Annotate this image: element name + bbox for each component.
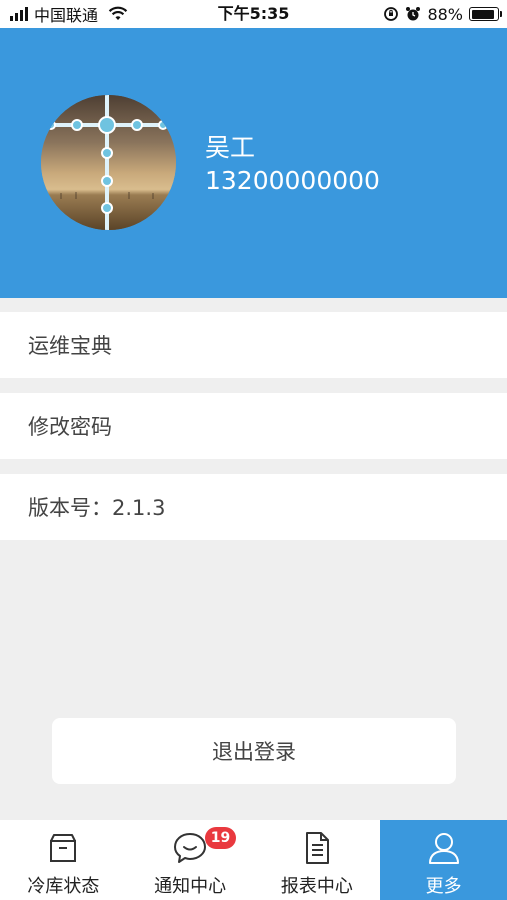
logout-button[interactable]: 退出登录 (52, 718, 456, 784)
tab-label: 更多 (425, 876, 462, 897)
tab-label: 通知中心 (154, 876, 227, 897)
battery-percent: 88% (427, 4, 463, 24)
user-phone: 13200000000 (205, 166, 380, 195)
status-bar: 中国联通 下午5:35 88% (0, 0, 507, 28)
battery-level-fill (471, 9, 494, 19)
avatar-image (41, 95, 176, 230)
signal-icon (10, 7, 28, 21)
tab-report-center[interactable]: 报表中心 (254, 820, 381, 900)
logout-label: 退出登录 (212, 740, 296, 764)
battery-icon (469, 7, 502, 21)
menu-item-label: 运维宝典 (28, 334, 112, 358)
status-left: 中国联通 (10, 0, 128, 28)
version-label: 版本号：2.1.3 (28, 496, 166, 520)
profile-header: 吴工 13200000000 (0, 28, 507, 298)
menu-item-version: 版本号：2.1.3 (0, 474, 507, 540)
alarm-icon (406, 7, 421, 21)
menu-item-change-password[interactable]: 修改密码 (0, 393, 507, 459)
document-icon (305, 832, 329, 864)
tab-cold-storage-status[interactable]: 冷库状态 (0, 820, 127, 900)
wifi-icon (108, 6, 128, 20)
menu-item-maintenance-guide[interactable]: 运维宝典 (0, 312, 507, 378)
avatar[interactable] (41, 95, 176, 230)
chat-bubble-icon (174, 833, 207, 863)
tab-more[interactable]: 更多 (380, 820, 507, 900)
box-icon (50, 834, 77, 862)
tab-label: 冷库状态 (27, 876, 100, 897)
user-icon (428, 833, 459, 864)
tab-label: 报表中心 (280, 876, 353, 897)
user-name: 吴工 (205, 133, 256, 162)
status-right: 88% (383, 0, 502, 28)
notification-badge: 19 (204, 827, 237, 849)
tab-notification-center[interactable]: 19 通知中心 (127, 820, 254, 900)
carrier-label: 中国联通 (34, 6, 99, 25)
bottom-tab-bar: 冷库状态 19 通知中心 报表中心 更多 (0, 820, 507, 900)
menu-item-label: 修改密码 (28, 415, 112, 439)
lock-rotation-icon (384, 7, 399, 21)
